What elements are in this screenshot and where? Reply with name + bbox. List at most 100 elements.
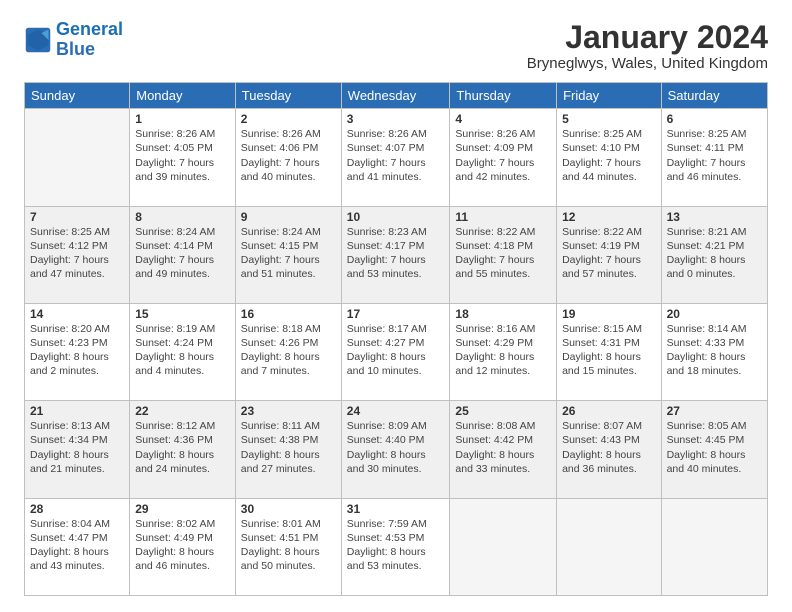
calendar-week-row: 7 Sunrise: 8:25 AMSunset: 4:12 PMDayligh… [25,206,768,303]
day-info: Sunrise: 8:19 AMSunset: 4:24 PMDaylight:… [135,322,230,379]
day-number: 21 [30,404,124,418]
day-number: 23 [241,404,336,418]
day-info: Sunrise: 8:23 AMSunset: 4:17 PMDaylight:… [347,225,445,282]
day-number: 28 [30,502,124,516]
table-row: 5 Sunrise: 8:25 AMSunset: 4:10 PMDayligh… [557,109,662,206]
col-wednesday: Wednesday [341,83,450,109]
day-number: 12 [562,210,656,224]
table-row: 14 Sunrise: 8:20 AMSunset: 4:23 PMDaylig… [25,303,130,400]
table-row [450,498,557,595]
day-number: 22 [135,404,230,418]
table-row: 16 Sunrise: 8:18 AMSunset: 4:26 PMDaylig… [235,303,341,400]
day-info: Sunrise: 8:24 AMSunset: 4:14 PMDaylight:… [135,225,230,282]
day-info: Sunrise: 8:07 AMSunset: 4:43 PMDaylight:… [562,419,656,476]
day-number: 8 [135,210,230,224]
day-number: 17 [347,307,445,321]
table-row: 8 Sunrise: 8:24 AMSunset: 4:14 PMDayligh… [130,206,236,303]
day-number: 14 [30,307,124,321]
day-info: Sunrise: 8:05 AMSunset: 4:45 PMDaylight:… [667,419,762,476]
col-saturday: Saturday [661,83,767,109]
table-row: 7 Sunrise: 8:25 AMSunset: 4:12 PMDayligh… [25,206,130,303]
table-row: 15 Sunrise: 8:19 AMSunset: 4:24 PMDaylig… [130,303,236,400]
page: General Blue January 2024 Bryneglwys, Wa… [0,0,792,612]
calendar-week-row: 14 Sunrise: 8:20 AMSunset: 4:23 PMDaylig… [25,303,768,400]
col-tuesday: Tuesday [235,83,341,109]
calendar-table: Sunday Monday Tuesday Wednesday Thursday… [24,82,768,596]
table-row: 12 Sunrise: 8:22 AMSunset: 4:19 PMDaylig… [557,206,662,303]
day-info: Sunrise: 7:59 AMSunset: 4:53 PMDaylight:… [347,517,445,574]
location: Bryneglwys, Wales, United Kingdom [527,55,768,72]
calendar-week-row: 28 Sunrise: 8:04 AMSunset: 4:47 PMDaylig… [25,498,768,595]
day-info: Sunrise: 8:02 AMSunset: 4:49 PMDaylight:… [135,517,230,574]
day-info: Sunrise: 8:14 AMSunset: 4:33 PMDaylight:… [667,322,762,379]
table-row: 1 Sunrise: 8:26 AMSunset: 4:05 PMDayligh… [130,109,236,206]
table-row: 2 Sunrise: 8:26 AMSunset: 4:06 PMDayligh… [235,109,341,206]
day-info: Sunrise: 8:24 AMSunset: 4:15 PMDaylight:… [241,225,336,282]
table-row [25,109,130,206]
day-number: 3 [347,112,445,126]
table-row: 24 Sunrise: 8:09 AMSunset: 4:40 PMDaylig… [341,401,450,498]
table-row: 28 Sunrise: 8:04 AMSunset: 4:47 PMDaylig… [25,498,130,595]
day-info: Sunrise: 8:16 AMSunset: 4:29 PMDaylight:… [455,322,551,379]
col-friday: Friday [557,83,662,109]
day-info: Sunrise: 8:17 AMSunset: 4:27 PMDaylight:… [347,322,445,379]
col-thursday: Thursday [450,83,557,109]
calendar-header-row: Sunday Monday Tuesday Wednesday Thursday… [25,83,768,109]
table-row: 17 Sunrise: 8:17 AMSunset: 4:27 PMDaylig… [341,303,450,400]
day-info: Sunrise: 8:25 AMSunset: 4:11 PMDaylight:… [667,127,762,184]
table-row: 22 Sunrise: 8:12 AMSunset: 4:36 PMDaylig… [130,401,236,498]
title-block: January 2024 Bryneglwys, Wales, United K… [527,20,768,72]
col-sunday: Sunday [25,83,130,109]
day-number: 6 [667,112,762,126]
day-info: Sunrise: 8:11 AMSunset: 4:38 PMDaylight:… [241,419,336,476]
table-row: 25 Sunrise: 8:08 AMSunset: 4:42 PMDaylig… [450,401,557,498]
day-number: 29 [135,502,230,516]
header: General Blue January 2024 Bryneglwys, Wa… [24,20,768,72]
calendar-week-row: 21 Sunrise: 8:13 AMSunset: 4:34 PMDaylig… [25,401,768,498]
day-number: 15 [135,307,230,321]
day-number: 13 [667,210,762,224]
table-row: 13 Sunrise: 8:21 AMSunset: 4:21 PMDaylig… [661,206,767,303]
day-info: Sunrise: 8:01 AMSunset: 4:51 PMDaylight:… [241,517,336,574]
day-number: 25 [455,404,551,418]
day-number: 30 [241,502,336,516]
day-number: 20 [667,307,762,321]
calendar-week-row: 1 Sunrise: 8:26 AMSunset: 4:05 PMDayligh… [25,109,768,206]
table-row: 23 Sunrise: 8:11 AMSunset: 4:38 PMDaylig… [235,401,341,498]
table-row: 21 Sunrise: 8:13 AMSunset: 4:34 PMDaylig… [25,401,130,498]
day-info: Sunrise: 8:26 AMSunset: 4:06 PMDaylight:… [241,127,336,184]
table-row: 10 Sunrise: 8:23 AMSunset: 4:17 PMDaylig… [341,206,450,303]
day-info: Sunrise: 8:15 AMSunset: 4:31 PMDaylight:… [562,322,656,379]
logo-icon [24,26,52,54]
logo-line2: Blue [56,39,95,59]
logo-line1: General [56,19,123,39]
day-info: Sunrise: 8:13 AMSunset: 4:34 PMDaylight:… [30,419,124,476]
day-info: Sunrise: 8:22 AMSunset: 4:19 PMDaylight:… [562,225,656,282]
table-row: 6 Sunrise: 8:25 AMSunset: 4:11 PMDayligh… [661,109,767,206]
day-number: 2 [241,112,336,126]
table-row: 30 Sunrise: 8:01 AMSunset: 4:51 PMDaylig… [235,498,341,595]
day-number: 7 [30,210,124,224]
day-number: 31 [347,502,445,516]
logo-text: General Blue [56,20,123,60]
day-number: 5 [562,112,656,126]
table-row: 31 Sunrise: 7:59 AMSunset: 4:53 PMDaylig… [341,498,450,595]
day-info: Sunrise: 8:22 AMSunset: 4:18 PMDaylight:… [455,225,551,282]
table-row [661,498,767,595]
day-info: Sunrise: 8:26 AMSunset: 4:09 PMDaylight:… [455,127,551,184]
day-number: 26 [562,404,656,418]
day-number: 27 [667,404,762,418]
day-info: Sunrise: 8:20 AMSunset: 4:23 PMDaylight:… [30,322,124,379]
day-number: 24 [347,404,445,418]
table-row: 4 Sunrise: 8:26 AMSunset: 4:09 PMDayligh… [450,109,557,206]
month-title: January 2024 [527,20,768,55]
table-row: 11 Sunrise: 8:22 AMSunset: 4:18 PMDaylig… [450,206,557,303]
table-row: 18 Sunrise: 8:16 AMSunset: 4:29 PMDaylig… [450,303,557,400]
logo: General Blue [24,20,123,60]
day-info: Sunrise: 8:21 AMSunset: 4:21 PMDaylight:… [667,225,762,282]
day-info: Sunrise: 8:09 AMSunset: 4:40 PMDaylight:… [347,419,445,476]
day-info: Sunrise: 8:25 AMSunset: 4:10 PMDaylight:… [562,127,656,184]
day-info: Sunrise: 8:25 AMSunset: 4:12 PMDaylight:… [30,225,124,282]
day-number: 19 [562,307,656,321]
day-info: Sunrise: 8:08 AMSunset: 4:42 PMDaylight:… [455,419,551,476]
